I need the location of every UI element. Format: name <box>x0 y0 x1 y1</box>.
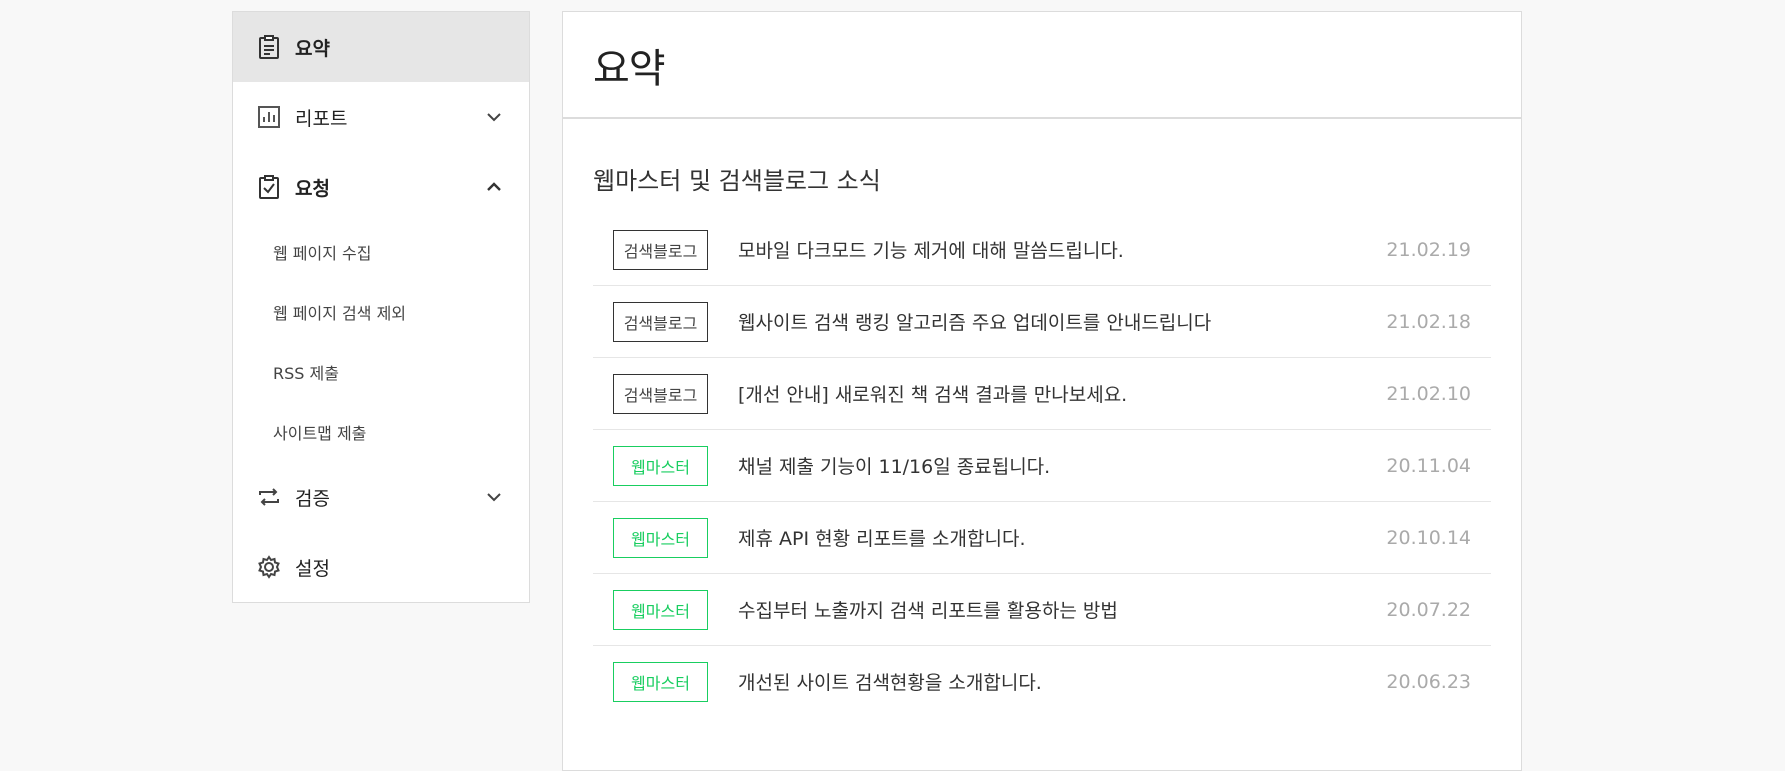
news-title[interactable]: 채널 제출 기능이 11/16일 종료됩니다. <box>738 452 1050 479</box>
category-badge: 웹마스터 <box>613 661 708 702</box>
sidebar-item-verify[interactable]: 검증 <box>233 462 529 532</box>
news-row[interactable]: 웹마스터 제휴 API 현황 리포트를 소개합니다. 20.10.14 <box>593 502 1491 574</box>
sidebar-subitem-sitemap-submit[interactable]: 사이트맵 제출 <box>233 402 529 462</box>
chevron-down-icon[interactable] <box>485 108 503 126</box>
sidebar-item-request[interactable]: 요청 <box>233 152 529 222</box>
news-date: 21.02.19 <box>1386 238 1471 261</box>
category-badge: 검색블로그 <box>613 301 708 342</box>
sidebar: 요약 리포트 요청 웹 페이지 수집 웹 페이지 검색 제외 RSS 제출 사이… <box>232 11 530 603</box>
news-title[interactable]: [개선 안내] 새로워진 책 검색 결과를 만나보세요. <box>738 380 1127 407</box>
sidebar-item-report[interactable]: 리포트 <box>233 82 529 152</box>
news-date: 21.02.10 <box>1386 382 1471 405</box>
news-section: 웹마스터 및 검색블로그 소식 검색블로그 모바일 다크모드 기능 제거에 대해… <box>563 161 1521 717</box>
news-title[interactable]: 제휴 API 현황 리포트를 소개합니다. <box>738 524 1026 551</box>
sidebar-item-label: 요약 <box>295 37 330 60</box>
news-row[interactable]: 검색블로그 웹사이트 검색 랭킹 알고리즘 주요 업데이트를 안내드립니다 21… <box>593 286 1491 358</box>
sidebar-subitem-label: 웹 페이지 검색 제외 <box>273 304 407 323</box>
sidebar-subitem-label: 사이트맵 제출 <box>273 424 367 443</box>
page-header: 요약 <box>563 12 1521 119</box>
category-badge: 웹마스터 <box>613 589 708 630</box>
sidebar-item-settings[interactable]: 설정 <box>233 532 529 602</box>
main-panel: 요약 웹마스터 및 검색블로그 소식 검색블로그 모바일 다크모드 기능 제거에… <box>562 11 1522 771</box>
news-row[interactable]: 웹마스터 채널 제출 기능이 11/16일 종료됩니다. 20.11.04 <box>593 430 1491 502</box>
news-list: 검색블로그 모바일 다크모드 기능 제거에 대해 말씀드립니다. 21.02.1… <box>593 214 1491 717</box>
bar-chart-icon <box>255 103 283 131</box>
news-title[interactable]: 웹사이트 검색 랭킹 알고리즘 주요 업데이트를 안내드립니다 <box>738 308 1211 335</box>
sidebar-item-label: 설정 <box>295 557 330 580</box>
news-date: 20.07.22 <box>1386 598 1471 621</box>
repeat-icon <box>255 483 283 511</box>
news-row[interactable]: 웹마스터 수집부터 노출까지 검색 리포트를 활용하는 방법 20.07.22 <box>593 574 1491 646</box>
sidebar-subitem-label: 웹 페이지 수집 <box>273 244 372 263</box>
news-row[interactable]: 검색블로그 모바일 다크모드 기능 제거에 대해 말씀드립니다. 21.02.1… <box>593 214 1491 286</box>
category-badge: 웹마스터 <box>613 517 708 558</box>
category-badge: 검색블로그 <box>613 373 708 414</box>
chevron-down-icon[interactable] <box>485 488 503 506</box>
section-title: 웹마스터 및 검색블로그 소식 <box>593 167 881 195</box>
gear-icon <box>255 553 283 581</box>
clipboard-check-icon <box>255 173 283 201</box>
news-title[interactable]: 모바일 다크모드 기능 제거에 대해 말씀드립니다. <box>738 236 1124 263</box>
sidebar-subitem-rss-submit[interactable]: RSS 제출 <box>233 342 529 402</box>
sidebar-item-label: 검증 <box>295 487 330 510</box>
sidebar-item-label: 요청 <box>295 177 330 200</box>
chevron-up-icon[interactable] <box>485 178 503 196</box>
sidebar-subitem-web-page-crawl[interactable]: 웹 페이지 수집 <box>233 222 529 282</box>
sidebar-item-label: 리포트 <box>295 107 348 130</box>
sidebar-subitem-web-page-exclude[interactable]: 웹 페이지 검색 제외 <box>233 282 529 342</box>
news-date: 20.06.23 <box>1386 670 1471 693</box>
news-title[interactable]: 수집부터 노출까지 검색 리포트를 활용하는 방법 <box>738 596 1118 623</box>
news-title[interactable]: 개선된 사이트 검색현황을 소개합니다. <box>738 668 1042 695</box>
category-badge: 웹마스터 <box>613 445 708 486</box>
news-date: 20.11.04 <box>1386 454 1471 477</box>
clipboard-icon <box>255 33 283 61</box>
news-row[interactable]: 웹마스터 개선된 사이트 검색현황을 소개합니다. 20.06.23 <box>593 646 1491 717</box>
news-row[interactable]: 검색블로그 [개선 안내] 새로워진 책 검색 결과를 만나보세요. 21.02… <box>593 358 1491 430</box>
page-title: 요약 <box>593 45 666 92</box>
sidebar-subitem-label: RSS 제출 <box>273 364 339 383</box>
news-date: 21.02.18 <box>1386 310 1471 333</box>
sidebar-item-summary[interactable]: 요약 <box>233 12 529 82</box>
category-badge: 검색블로그 <box>613 229 708 270</box>
news-date: 20.10.14 <box>1386 526 1471 549</box>
